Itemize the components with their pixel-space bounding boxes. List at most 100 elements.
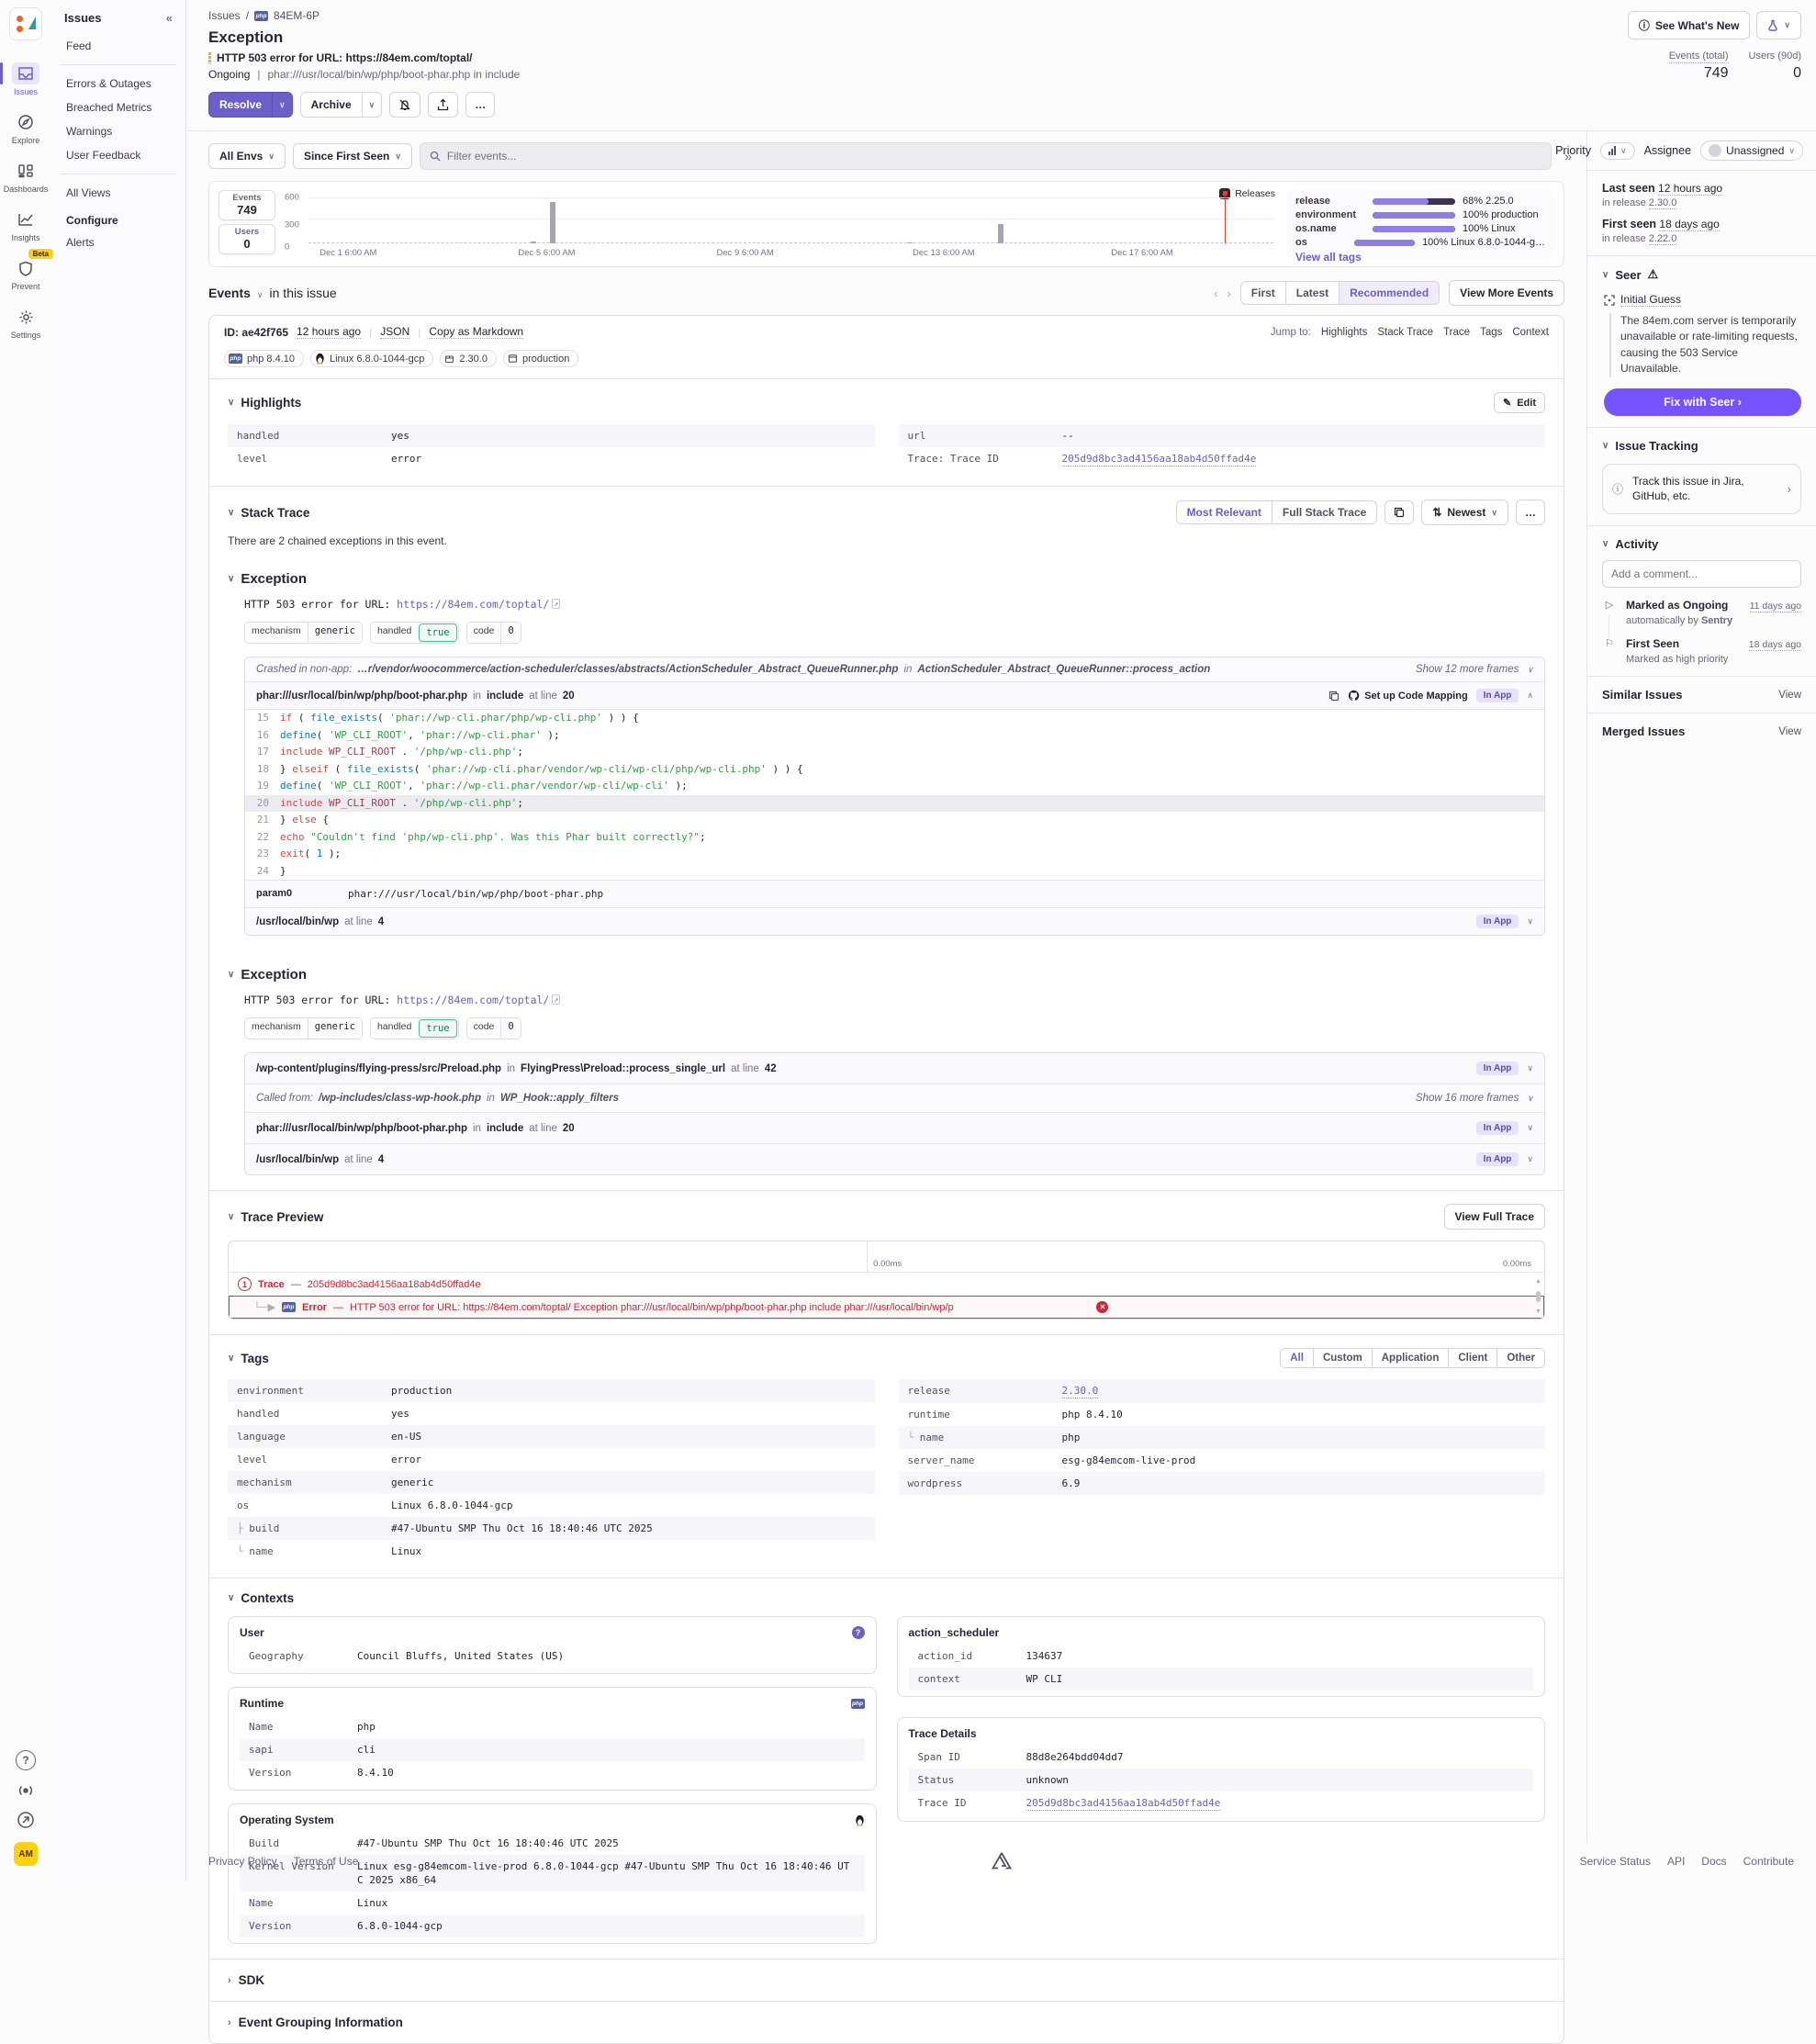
archive-button[interactable]: Archive (300, 92, 363, 118)
trace-id-link[interactable]: 205d9d8bc3ad4156aa18ab4d50ffad4e (1062, 452, 1257, 466)
sidenav-item-warnings[interactable]: Warnings (61, 119, 176, 143)
view-all-tags-link[interactable]: View all tags (1295, 251, 1545, 264)
support-arrow-icon[interactable] (17, 1811, 35, 1829)
collapse-section-icon[interactable]: ∨ (228, 1593, 234, 1603)
api-link[interactable]: API (1667, 1855, 1685, 1868)
most-relevant-tab[interactable]: Most Relevant (1177, 501, 1272, 523)
collapse-sidenav-icon[interactable]: « (166, 11, 173, 25)
sdk-section[interactable]: ›SDK (209, 1959, 1564, 2001)
facet-row[interactable]: environment100% production (1295, 209, 1545, 220)
archive-dropdown-button[interactable]: ∨ (363, 92, 383, 118)
events-dropdown[interactable]: Events (208, 286, 251, 300)
setup-code-mapping-link[interactable]: Set up Code Mapping (1348, 690, 1467, 702)
privacy-policy-link[interactable]: Privacy Policy (208, 1855, 277, 1868)
frame-row[interactable]: phar:///usr/local/bin/wp/php/boot-phar.p… (245, 681, 1544, 709)
assignee-select[interactable]: Unassigned ∨ (1700, 140, 1803, 161)
collapse-section-icon[interactable]: ∨ (228, 398, 234, 408)
issue-tracking-card[interactable]: ⓘ Track this issue in Jira, GitHub, etc.… (1602, 464, 1801, 515)
event-bar[interactable] (550, 202, 555, 243)
service-status-link[interactable]: Service Status (1580, 1855, 1651, 1868)
runtime-tag-pill[interactable]: phpphp 8.4.10 (224, 350, 304, 367)
first-release-link[interactable]: 2.22.0 (1649, 233, 1677, 245)
activity-time[interactable]: 18 days ago (1749, 639, 1801, 651)
users-stat-box[interactable]: Users 0 (219, 224, 275, 254)
last-seen-value[interactable]: 12 hours ago (1658, 182, 1722, 196)
resolve-dropdown-button[interactable]: ∨ (273, 92, 293, 118)
filter-events-input[interactable] (447, 150, 1541, 163)
exception-url-link[interactable]: https://84em.com/toptal/ (397, 598, 549, 611)
trace-error-row[interactable]: └─▶ php Error — HTTP 503 error for URL: … (229, 1296, 1544, 1319)
resolve-button[interactable]: Resolve (208, 92, 273, 118)
rail-item-issues[interactable]: Issues (4, 62, 48, 96)
tags-filter-client[interactable]: Client (1448, 1349, 1497, 1367)
view-full-trace-button[interactable]: View Full Trace (1444, 1204, 1545, 1230)
events-stat-box[interactable]: Events 749 (219, 190, 275, 220)
show-more-frames-link[interactable]: Show 16 more frames (1416, 1093, 1519, 1104)
jump-highlights-link[interactable]: Highlights (1321, 327, 1368, 338)
sidenav-item-user-feedback[interactable]: User Feedback (61, 143, 176, 167)
chevron-down-icon[interactable]: ∨ (1527, 1154, 1533, 1164)
last-release-link[interactable]: 2.30.0 (1649, 197, 1677, 209)
more-actions-button[interactable]: … (465, 92, 495, 118)
next-event-icon[interactable]: › (1227, 286, 1230, 300)
release-marker-line[interactable] (1225, 191, 1226, 243)
release-link[interactable]: 2.30.0 (1062, 1384, 1099, 1398)
event-bar[interactable] (531, 241, 536, 243)
broadcast-icon[interactable] (17, 1783, 35, 1798)
activity-time[interactable]: 11 days ago (1750, 601, 1801, 612)
recommended-event-tab[interactable]: Recommended (1339, 282, 1439, 304)
rail-item-explore[interactable]: Explore (4, 111, 48, 145)
bar-series[interactable] (308, 194, 1273, 243)
chevron-up-icon[interactable]: ∧ (1527, 691, 1533, 701)
collapse-section-icon[interactable]: ∨ (1602, 539, 1609, 549)
share-button[interactable] (428, 92, 458, 118)
tags-filter-other[interactable]: Other (1497, 1349, 1544, 1367)
collapse-section-icon[interactable]: ∨ (228, 1212, 234, 1222)
fix-with-seer-button[interactable]: Fix with Seer › (1604, 388, 1801, 416)
docs-link[interactable]: Docs (1701, 1855, 1726, 1868)
event-bar[interactable] (907, 242, 913, 243)
sort-newest-button[interactable]: ⇅Newest∨ (1421, 500, 1508, 525)
org-logo[interactable] (9, 7, 42, 40)
copy-stacktrace-button[interactable] (1384, 500, 1414, 524)
scroll-thumb[interactable] (1536, 1291, 1541, 1302)
copy-icon[interactable] (1328, 691, 1340, 702)
collapse-section-icon[interactable]: ∨ (228, 574, 234, 584)
collapse-section-icon[interactable]: ∨ (228, 970, 234, 980)
scroll-down-icon[interactable]: ▼ (1535, 1308, 1541, 1315)
facet-row[interactable]: os100% Linux 6.8.0-1044-g… (1295, 237, 1545, 248)
copy-markdown-link[interactable]: Copy as Markdown (429, 325, 523, 339)
trace-id-link[interactable]: 205d9d8bc3ad4156aa18ab4d50ffad4e (1026, 1796, 1221, 1811)
sidenav-item-errors-outages[interactable]: Errors & Outages (61, 72, 176, 95)
crashed-frame-row[interactable]: Crashed in non-app: …r/vendor/woocommerc… (245, 657, 1544, 681)
stacktrace-more-button[interactable]: … (1516, 500, 1545, 525)
collapse-section-icon[interactable]: ∨ (228, 508, 234, 518)
view-merged-link[interactable]: View (1778, 726, 1801, 737)
jump-tags-link[interactable]: Tags (1480, 327, 1502, 338)
tags-filter-application[interactable]: Application (1372, 1349, 1449, 1367)
full-stacktrace-tab[interactable]: Full Stack Trace (1272, 501, 1376, 523)
tags-filter-all[interactable]: All (1281, 1349, 1313, 1367)
rail-item-insights[interactable]: Insights (4, 208, 48, 242)
first-event-tab[interactable]: First (1241, 282, 1285, 304)
jump-context-link[interactable]: Context (1512, 327, 1549, 338)
tags-filter-custom[interactable]: Custom (1313, 1349, 1372, 1367)
add-comment-input[interactable] (1602, 560, 1801, 588)
rail-item-prevent[interactable]: Beta Prevent (4, 257, 48, 291)
event-bar[interactable] (998, 224, 1003, 243)
jump-stacktrace-link[interactable]: Stack Trace (1377, 327, 1433, 338)
prev-event-icon[interactable]: ‹ (1214, 286, 1217, 300)
collapse-section-icon[interactable]: ∨ (228, 1353, 234, 1364)
collapse-section-icon[interactable]: ∨ (1602, 270, 1609, 280)
environment-tag-pill[interactable]: production (503, 350, 578, 367)
latest-event-tab[interactable]: Latest (1285, 282, 1339, 304)
chevron-down-icon[interactable]: ∨ (1527, 1063, 1533, 1073)
whats-new-button[interactable]: ⓘSee What's New (1628, 11, 1751, 39)
sidenav-item-all-views[interactable]: All Views (61, 181, 176, 205)
frame-row[interactable]: phar:///usr/local/bin/wp/php/boot-phar.p… (245, 1112, 1544, 1143)
frame-row[interactable]: /usr/local/bin/wp at line 4 In App∨ (245, 1143, 1544, 1174)
events-total-label[interactable]: Events (total) (1669, 51, 1729, 63)
breadcrumb-issues-link[interactable]: Issues (208, 9, 241, 22)
trace-scrollbar[interactable]: ▲▼ (1534, 1278, 1542, 1315)
view-similar-link[interactable]: View (1778, 690, 1801, 701)
